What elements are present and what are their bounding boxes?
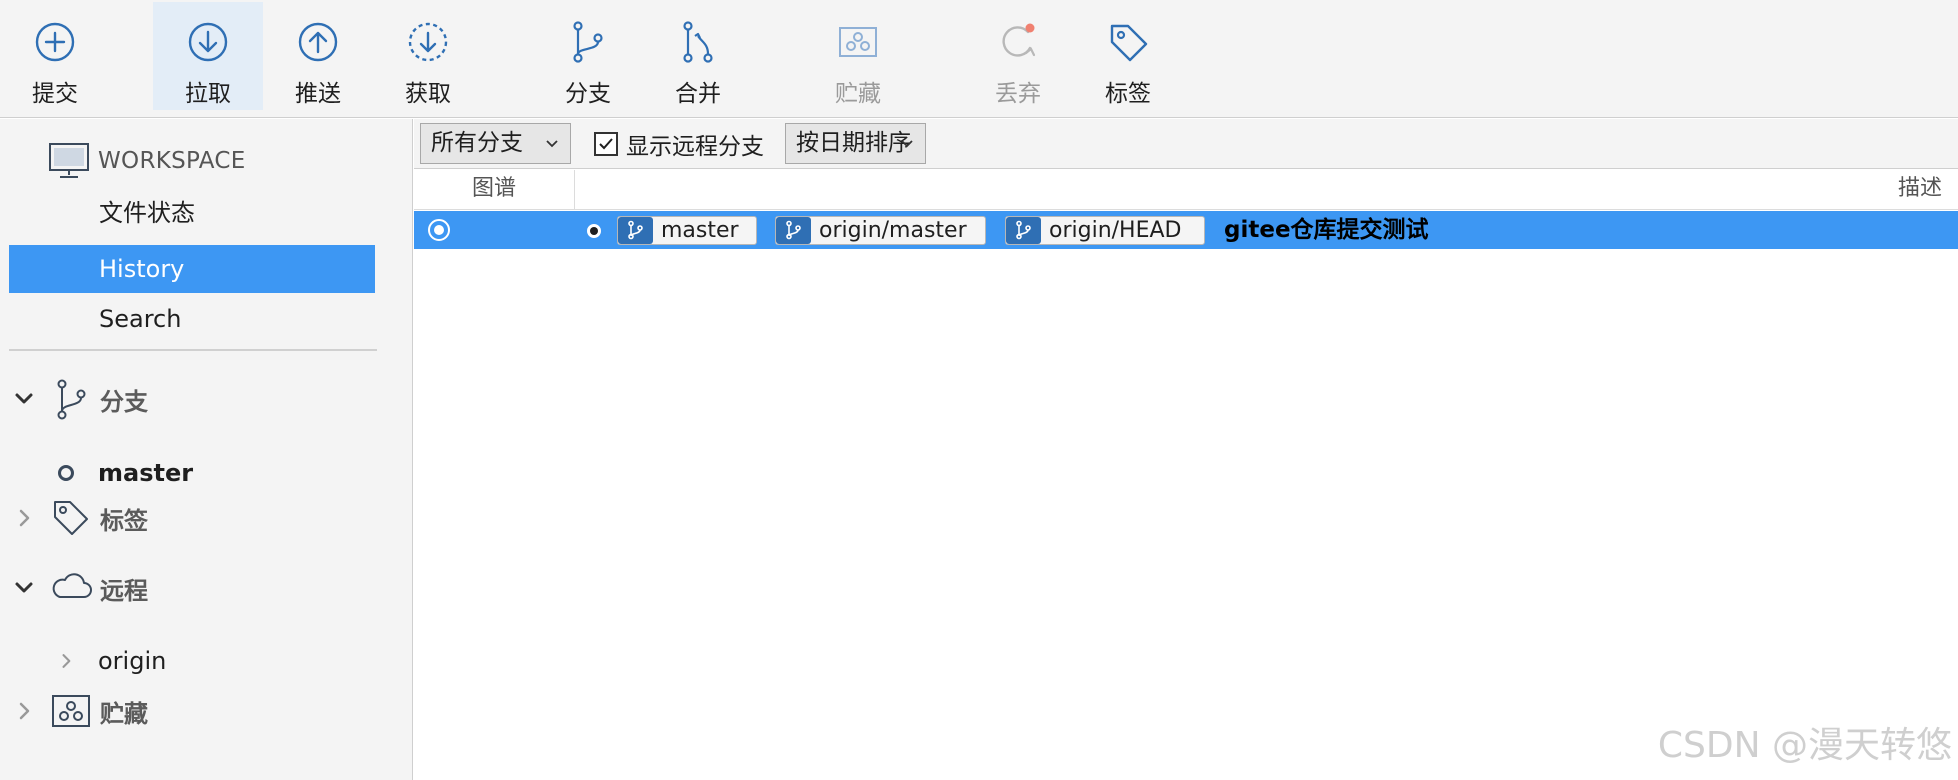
column-graph[interactable]: 图谱 bbox=[414, 170, 575, 210]
fetch-button[interactable]: 获取 bbox=[373, 2, 483, 110]
watermark: CSDN @漫天转悠 bbox=[1657, 725, 1952, 766]
section-tags-title: 标签 bbox=[100, 506, 148, 535]
tag-icon bbox=[54, 501, 88, 535]
stash-icon bbox=[52, 695, 90, 727]
branch-icon bbox=[573, 21, 603, 63]
history-panel: 所有分支 显示远程分支 按日期排序 图谱 描述 master origin/ma… bbox=[414, 119, 1958, 780]
commit-button[interactable]: 提交 bbox=[0, 2, 110, 110]
chevron-right-icon[interactable] bbox=[56, 651, 76, 671]
section-stashes[interactable]: 贮藏 bbox=[12, 688, 148, 734]
ref-badge-origin-master[interactable]: origin/master bbox=[775, 216, 986, 245]
nav-history[interactable]: History bbox=[9, 245, 375, 293]
branch-item-label: master bbox=[98, 459, 194, 487]
pull-button[interactable]: 拉取 bbox=[153, 2, 263, 110]
chevron-right-icon[interactable] bbox=[12, 699, 36, 723]
tag-button[interactable]: 标签 bbox=[1073, 2, 1183, 110]
section-stashes-title: 贮藏 bbox=[100, 699, 148, 728]
push-button[interactable]: 推送 bbox=[263, 2, 373, 110]
show-remote-branches-toggle[interactable]: 显示远程分支 bbox=[594, 129, 764, 160]
workspace-header: WORKSPACE bbox=[48, 141, 246, 181]
discard-button[interactable]: 丢弃 bbox=[963, 2, 1073, 110]
discard-label: 丢弃 bbox=[995, 81, 1041, 107]
workspace-label: WORKSPACE bbox=[98, 148, 246, 174]
section-remotes-title: 远程 bbox=[100, 576, 148, 605]
show-remote-branches-checkbox[interactable] bbox=[594, 132, 618, 156]
branch-icon bbox=[1006, 217, 1041, 244]
checkmark-icon bbox=[599, 138, 613, 150]
pull-label: 拉取 bbox=[185, 81, 231, 107]
remote-item-origin[interactable]: origin bbox=[56, 641, 166, 681]
nav-search[interactable]: Search bbox=[9, 295, 375, 343]
branch-label: 分支 bbox=[565, 81, 611, 107]
section-branches-title: 分支 bbox=[100, 387, 148, 416]
discard-icon bbox=[1002, 23, 1036, 57]
tag-label: 标签 bbox=[1105, 81, 1151, 107]
section-branches[interactable]: 分支 bbox=[12, 376, 148, 422]
ref-label: origin/HEAD bbox=[1049, 218, 1182, 243]
ref-label: origin/master bbox=[819, 218, 967, 243]
show-remote-branches-label: 显示远程分支 bbox=[626, 134, 764, 160]
ref-badge-origin-head[interactable]: origin/HEAD bbox=[1005, 216, 1205, 245]
filter-bar: 所有分支 显示远程分支 按日期排序 bbox=[414, 119, 1958, 169]
commit-icon bbox=[35, 22, 75, 62]
branch-button[interactable]: 分支 bbox=[533, 2, 643, 110]
monitor-icon bbox=[49, 143, 89, 178]
push-label: 推送 bbox=[295, 81, 341, 107]
merge-icon bbox=[683, 21, 713, 63]
push-icon bbox=[298, 22, 338, 62]
sort-value: 按日期排序 bbox=[796, 130, 911, 156]
commit-message: gitee仓库提交测试 bbox=[1224, 217, 1429, 243]
graph-commit-node bbox=[428, 219, 450, 241]
commit-row[interactable]: master origin/master origin/HEAD gitee仓库… bbox=[414, 211, 1958, 249]
chevron-down-icon bbox=[546, 140, 558, 148]
sort-select[interactable]: 按日期排序 bbox=[785, 123, 926, 164]
remote-item-label: origin bbox=[98, 647, 167, 675]
current-branch-icon bbox=[58, 465, 74, 481]
ref-badge-master[interactable]: master bbox=[617, 216, 757, 245]
chevron-down-icon bbox=[901, 140, 913, 148]
branch-icon bbox=[57, 379, 86, 420]
sidebar-divider bbox=[9, 349, 377, 351]
chevron-down-icon[interactable] bbox=[12, 576, 36, 600]
fetch-icon bbox=[408, 22, 448, 62]
section-tags[interactable]: 标签 bbox=[12, 495, 148, 541]
stash-icon bbox=[839, 27, 877, 57]
branch-icon bbox=[776, 217, 811, 244]
branch-icon bbox=[618, 217, 653, 244]
merge-label: 合并 bbox=[675, 81, 721, 107]
merge-button[interactable]: 合并 bbox=[643, 2, 753, 110]
chevron-down-icon[interactable] bbox=[12, 387, 36, 411]
tag-icon bbox=[1110, 24, 1148, 62]
section-remotes[interactable]: 远程 bbox=[12, 565, 148, 611]
toolbar: 提交 拉取 推送 获取 分支 合并 贮藏 丢弃 标签 bbox=[0, 0, 1958, 118]
branch-filter-select[interactable]: 所有分支 bbox=[420, 123, 571, 164]
branch-filter-value: 所有分支 bbox=[431, 130, 523, 156]
branch-item-master[interactable]: master bbox=[58, 453, 193, 493]
head-indicator bbox=[585, 222, 603, 240]
commit-label: 提交 bbox=[32, 81, 78, 107]
chevron-right-icon[interactable] bbox=[12, 506, 36, 530]
stash-label: 贮藏 bbox=[835, 81, 881, 107]
fetch-label: 获取 bbox=[405, 81, 451, 107]
stash-button[interactable]: 贮藏 bbox=[803, 2, 913, 110]
column-description[interactable]: 描述 bbox=[1898, 170, 1942, 208]
sidebar: WORKSPACE 文件状态 History Search 分支 master … bbox=[0, 119, 413, 780]
nav-file-status[interactable]: 文件状态 bbox=[9, 189, 375, 237]
ref-label: master bbox=[661, 218, 739, 243]
pull-icon bbox=[188, 22, 228, 62]
column-header: 图谱 描述 bbox=[414, 170, 1958, 210]
cloud-icon bbox=[52, 573, 92, 598]
